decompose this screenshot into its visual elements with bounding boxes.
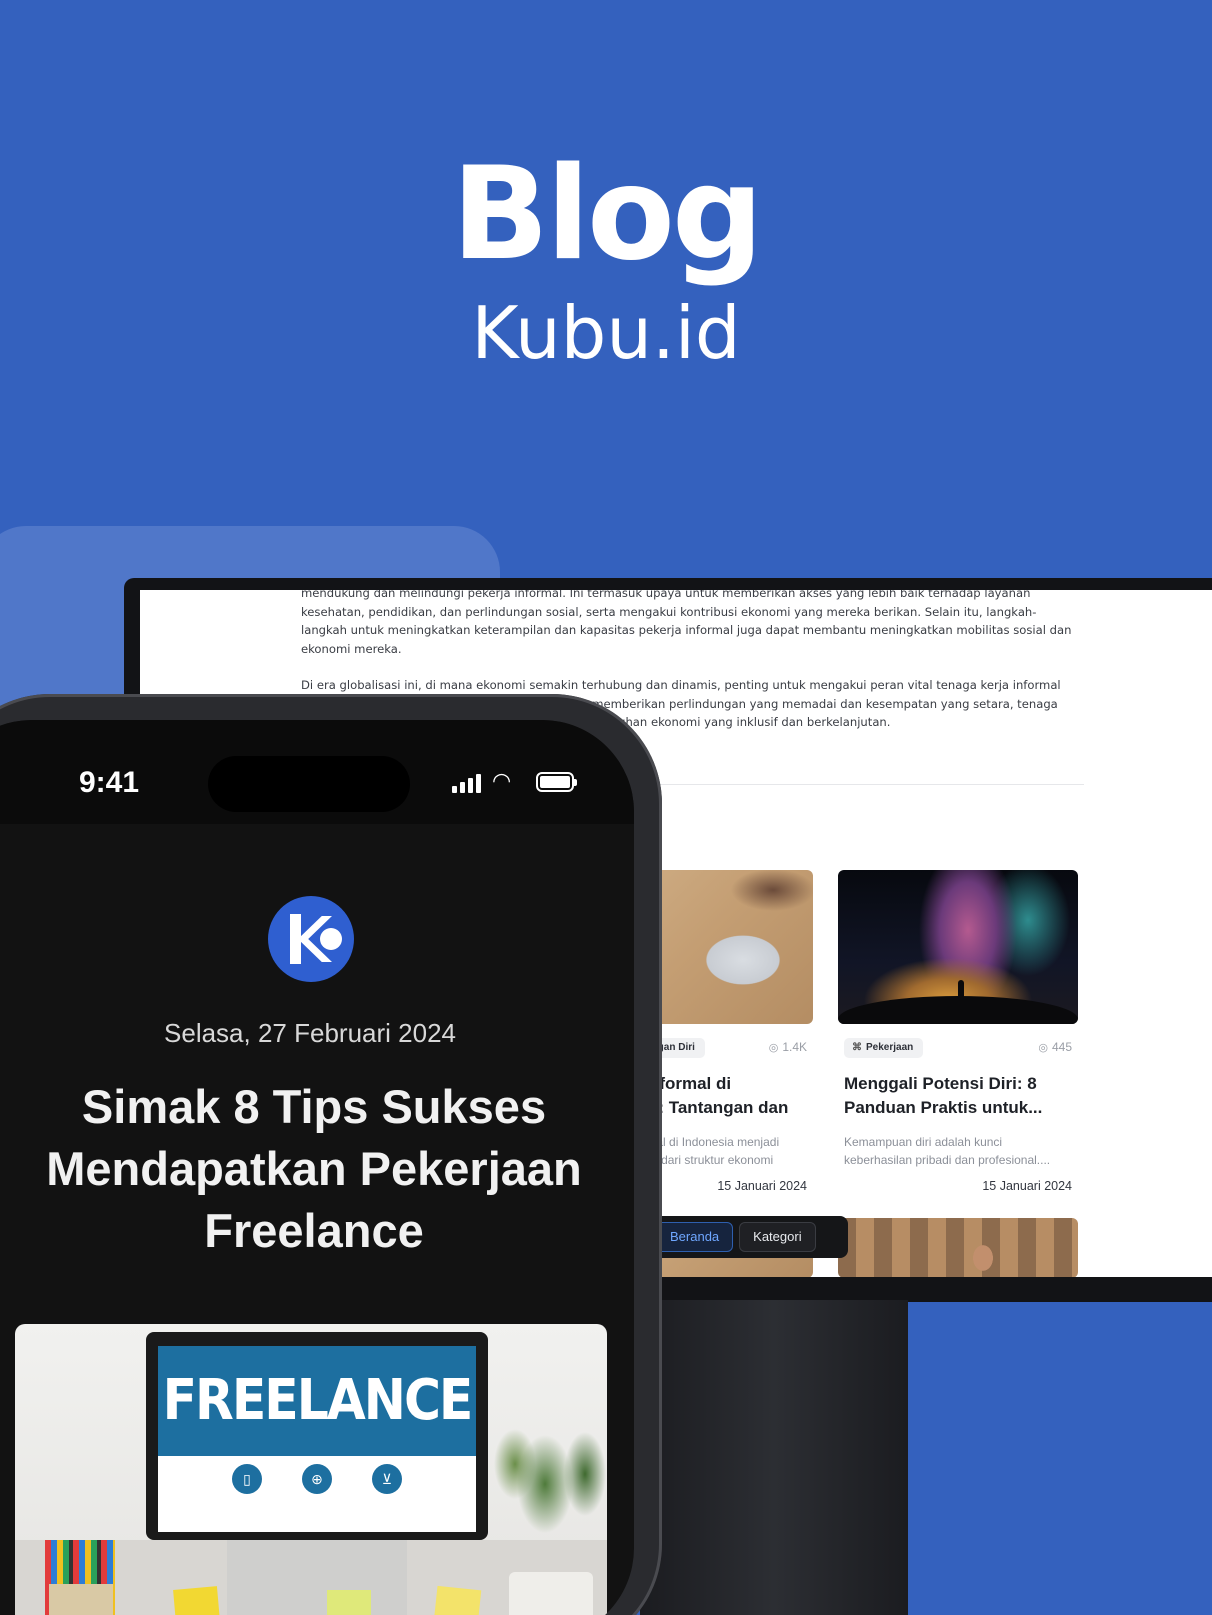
monitor-stand [640, 1300, 908, 1615]
card-date: 15 Januari 2024 [982, 1179, 1072, 1193]
wifi-icon: ◠ [492, 768, 512, 793]
post-date: Selasa, 27 Februari 2024 [164, 1018, 456, 1048]
card-image [838, 1218, 1078, 1277]
sticky-note [327, 1590, 371, 1615]
article-card[interactable] [838, 1218, 1078, 1277]
nav-category-button[interactable]: Kategori [739, 1222, 816, 1252]
post-headline: Simak 8 Tips Sukses Mendapatkan Pekerjaa… [46, 1080, 582, 1257]
sticky-note [432, 1585, 482, 1615]
battery-icon [536, 772, 577, 792]
view-count: ◎ 1.4K [768, 1040, 807, 1054]
sticky-note [173, 1586, 221, 1615]
signal-icon [452, 774, 481, 793]
status-bar: 9:41 ◠ [0, 720, 634, 824]
bottom-nav: Beranda Kategori [648, 1216, 848, 1258]
nav-home-button[interactable]: Beranda [656, 1222, 734, 1252]
silhouette [958, 980, 964, 1002]
card-excerpt: Kemampuan diri adalah kunci keberhasilan… [844, 1135, 1051, 1167]
dynamic-island [208, 756, 410, 812]
article-paragraph: mendukung dan melindungi pekerja informa… [301, 590, 1072, 656]
phone-screen: 9:41 ◠ Selasa, 27 Februari 2024 Simak 8 … [0, 720, 634, 1615]
card-image [838, 870, 1078, 1024]
image-banner-text: FREELANCE [158, 1346, 476, 1456]
plant-pot [509, 1572, 593, 1615]
kubu-logo[interactable] [268, 896, 354, 982]
article-card[interactable]: ⌘ Pekerjaan ◎ 445 Menggali Potensi Diri: 8… [838, 870, 1078, 1193]
eye-icon: ◎ [1038, 1042, 1048, 1054]
hero-subtitle: Kubu.id [471, 291, 741, 375]
plant-decoration [485, 1404, 607, 1584]
view-count: ◎ 445 [1038, 1040, 1072, 1054]
cart-icon: ⊻ [372, 1464, 402, 1494]
imac-illustration: FREELANCE ▯ ⊕ ⊻ [146, 1332, 488, 1540]
grid-icon: ⌘ [852, 1042, 862, 1053]
pencil-cup [49, 1584, 113, 1615]
card-title[interactable]: Menggali Potensi Diri: 8 Panduan Praktis… [844, 1072, 1072, 1120]
globe-icon: ⊕ [302, 1464, 332, 1494]
hero-title: Blog [451, 140, 764, 289]
eye-icon: ◎ [768, 1042, 779, 1054]
phone-icon: ▯ [232, 1464, 262, 1494]
status-time: 9:41 [79, 766, 140, 799]
post-hero-image: FREELANCE ▯ ⊕ ⊻ [15, 1324, 607, 1615]
category-badge[interactable]: ⌘ Pekerjaan [844, 1038, 924, 1058]
